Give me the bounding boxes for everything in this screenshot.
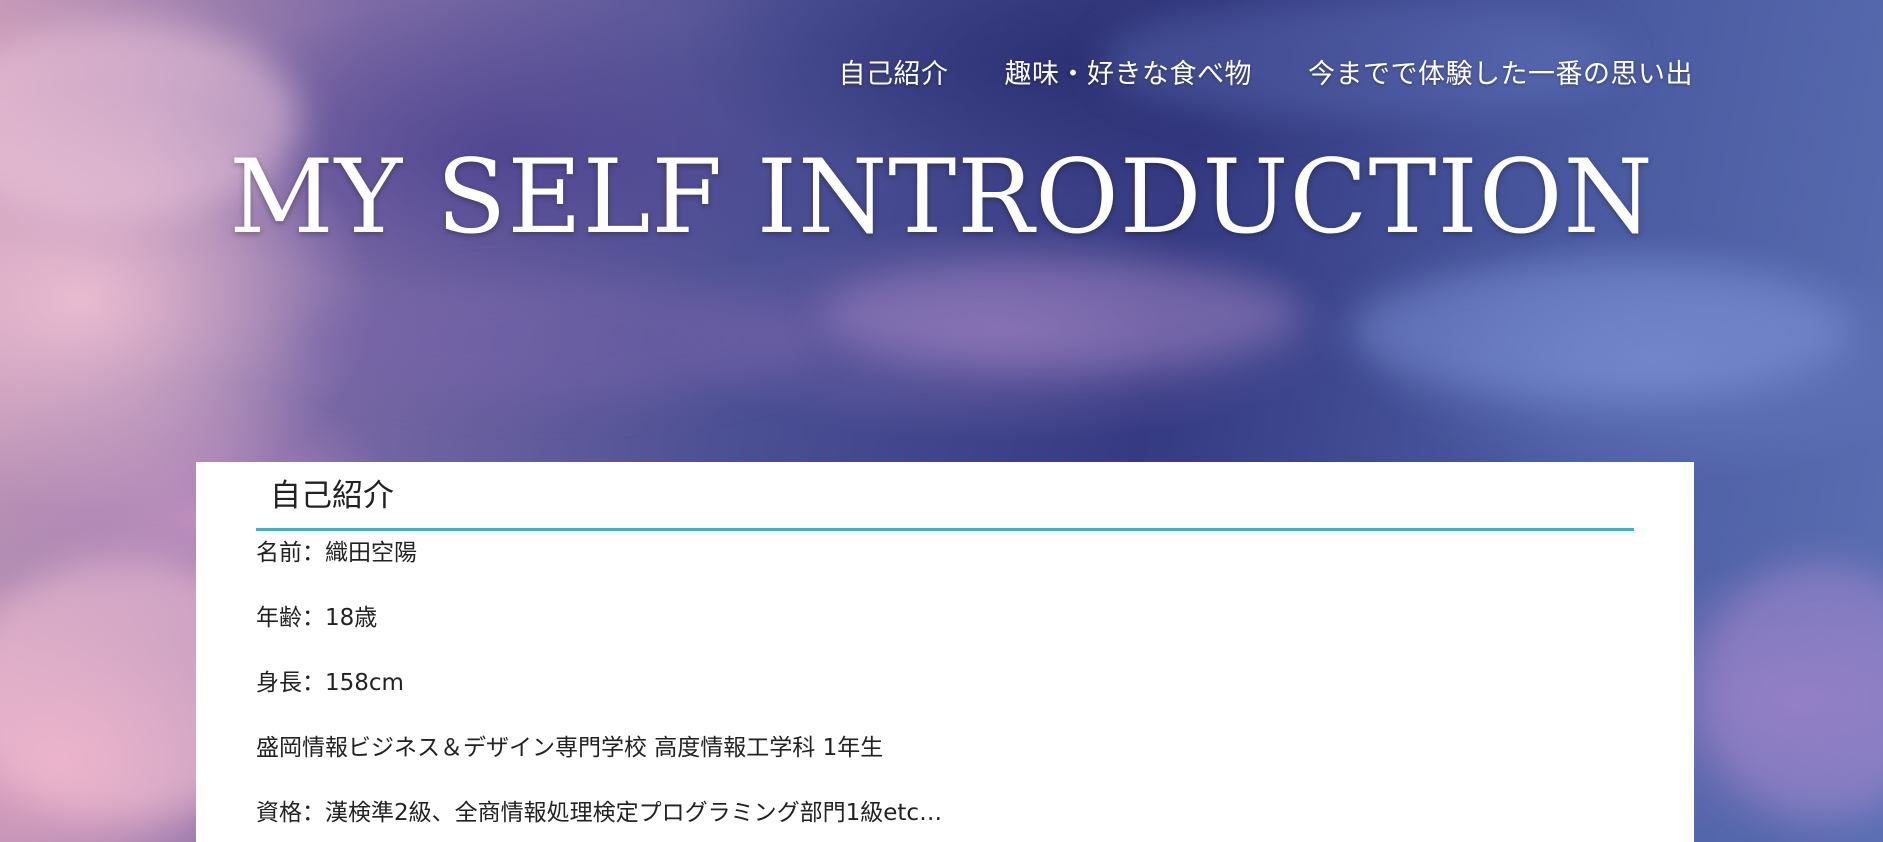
profile-height: 身長：158cm [256, 670, 404, 696]
profile-qualifications: 資格：漢検準2級、全商情報処理検定プログラミング部門1級etc… [256, 800, 943, 826]
nav-link-self-intro[interactable]: 自己紹介 [839, 59, 949, 90]
nav-item-self-intro: 自己紹介 [839, 52, 949, 91]
profile-school: 盛岡情報ビジネス＆デザイン専門学校 高度情報工学科 1年生 [256, 735, 884, 761]
cloud-shape [300, 280, 820, 400]
profile-name: 名前：織田空陽 [256, 540, 417, 566]
cloud-shape [1350, 260, 1850, 400]
heading-underline [256, 528, 1634, 531]
main-nav: 自己紹介 趣味・好きな食べ物 今までで体験した一番の思い出 [839, 52, 1694, 91]
nav-link-memories[interactable]: 今までで体験した一番の思い出 [1308, 59, 1693, 90]
nav-item-hobbies: 趣味・好きな食べ物 [1005, 52, 1253, 91]
nav-item-memories: 今までで体験した一番の思い出 [1308, 52, 1693, 91]
profile-card: 自己紹介 名前：織田空陽 年齢：18歳 身長：158cm 盛岡情報ビジネス＆デザ… [196, 462, 1694, 842]
hero-title: MY SELF INTRODUCTION [229, 138, 1654, 257]
profile-info-list: 名前：織田空陽 年齢：18歳 身長：158cm 盛岡情報ビジネス＆デザイン専門学… [256, 536, 942, 842]
cloud-shape [820, 260, 1300, 370]
nav-link-hobbies[interactable]: 趣味・好きな食べ物 [1005, 59, 1253, 90]
section-heading: 自己紹介 [270, 478, 394, 514]
profile-age: 年齢：18歳 [256, 605, 378, 631]
cloud-shape [1700, 560, 1883, 820]
